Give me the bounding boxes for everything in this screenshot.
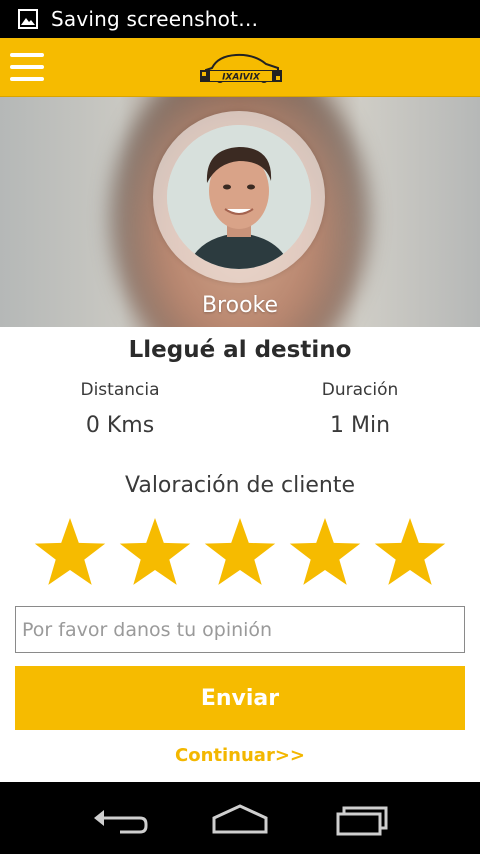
driver-name: Brooke — [201, 293, 279, 318]
star-icon[interactable] — [202, 514, 278, 590]
home-icon[interactable] — [210, 800, 270, 840]
profile-header: Brooke — [0, 97, 480, 327]
continue-link[interactable]: Continuar>> — [0, 745, 480, 766]
star-icon[interactable] — [117, 514, 193, 590]
duration-label: Duración — [321, 380, 399, 400]
opinion-input[interactable] — [15, 606, 465, 653]
taxi-car-logo: IXAIVIX — [196, 46, 286, 90]
status-bar: Saving screenshot… — [0, 0, 480, 38]
distance-value: 0 Kms — [85, 413, 155, 438]
nav-bar — [0, 782, 480, 854]
avatar — [167, 125, 311, 269]
star-icon[interactable] — [287, 514, 363, 590]
hamburger-menu-icon[interactable] — [10, 53, 44, 81]
duration-value: 1 Min — [329, 413, 391, 438]
image-icon — [18, 9, 38, 29]
send-button[interactable]: Enviar — [15, 666, 465, 730]
status-text: Saving screenshot… — [51, 7, 259, 31]
star-rating — [0, 514, 480, 590]
arrival-title: Llegué al destino — [128, 337, 352, 363]
star-icon[interactable] — [372, 514, 448, 590]
app-bar: IXAIVIX — [0, 38, 480, 97]
avatar-ring — [153, 111, 325, 283]
back-icon[interactable] — [90, 800, 150, 840]
star-icon[interactable] — [32, 514, 108, 590]
rating-title: Valoración de cliente — [125, 473, 355, 498]
svg-text:IXAIVIX: IXAIVIX — [222, 73, 261, 83]
recent-apps-icon[interactable] — [332, 800, 392, 840]
distance-label: Distancia — [80, 380, 160, 400]
